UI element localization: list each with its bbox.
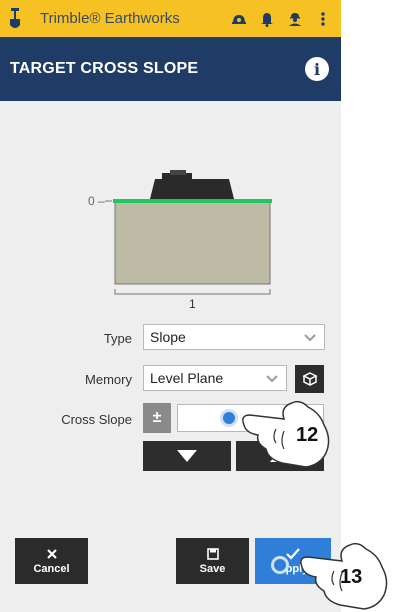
hand-pointer-icon (242, 400, 330, 468)
helmet-icon[interactable] (231, 11, 247, 27)
content-panel: 0 – 1 Type Slope Memory Level Plane Cros… (0, 101, 341, 612)
type-value: Slope (150, 329, 186, 345)
arrow-down-icon (177, 450, 197, 462)
app-bar: Trimble® Earthworks (0, 0, 341, 37)
memory-value: Level Plane (150, 370, 224, 386)
cancel-button[interactable]: Cancel (15, 538, 88, 584)
material-body (114, 200, 271, 285)
type-select[interactable]: Slope (143, 324, 325, 350)
more-vert-icon[interactable] (315, 11, 331, 27)
chevron-down-icon (304, 331, 316, 343)
diagram-bottom-label: 1 (189, 297, 196, 311)
apply-focus-knob (271, 556, 289, 574)
memory-label: Memory (85, 372, 132, 387)
person-icon[interactable] (287, 11, 303, 27)
save-icon (206, 547, 219, 560)
bell-icon[interactable] (259, 11, 275, 27)
chevron-down-icon (266, 372, 278, 384)
close-icon (46, 548, 57, 559)
step-12-label: 12 (296, 424, 319, 446)
cancel-label: Cancel (33, 562, 70, 575)
cross-slope-diagram: 0 – 1 (0, 161, 341, 321)
cross-slope-label: Cross Slope (61, 412, 132, 427)
diagram-left-label: 0 – (88, 194, 105, 208)
machine-icon (150, 170, 234, 199)
info-icon[interactable]: i (305, 57, 329, 81)
shovel-icon (0, 0, 30, 37)
page-title: TARGET CROSS SLOPE (10, 60, 199, 77)
save-button[interactable]: Save (176, 538, 249, 584)
save-label: Save (199, 562, 226, 575)
phone-screen: Trimble® Earthworks TARGET CROSS SLOPE i (0, 0, 341, 612)
step-13-label: 13 (340, 566, 363, 588)
plus-minus-button[interactable]: ± (143, 403, 171, 433)
page-header: TARGET CROSS SLOPE i (0, 37, 341, 101)
app-title: Trimble® Earthworks (40, 10, 180, 27)
type-label: Type (103, 331, 132, 346)
arrow-down-button[interactable] (143, 441, 231, 471)
